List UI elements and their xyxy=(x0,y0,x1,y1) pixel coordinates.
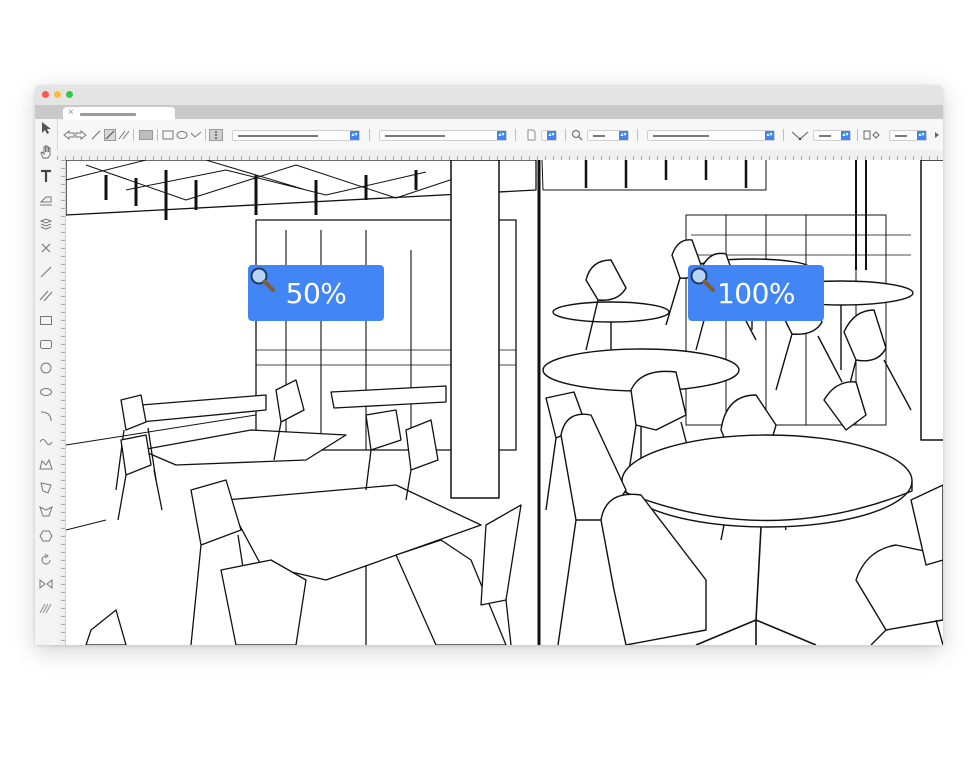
chevron-down-icon: ▴▾ xyxy=(497,131,506,140)
chevron-down-icon: ▴▾ xyxy=(619,131,628,140)
fill-color-icon[interactable] xyxy=(139,129,153,141)
ellipse-shape-icon[interactable] xyxy=(176,129,188,141)
line-style-dropdown[interactable]: ▴▾ xyxy=(232,130,360,141)
chevron-down-icon: ▴▾ xyxy=(841,131,850,140)
text-tool-icon[interactable] xyxy=(39,169,53,183)
left-view-50-percent xyxy=(66,160,537,645)
title-bar xyxy=(35,85,943,105)
select-arrow-icon[interactable] xyxy=(39,121,53,135)
close-window-button[interactable] xyxy=(42,91,49,98)
dimension-dropdown[interactable]: ▴▾ xyxy=(813,130,851,141)
chevron-down-icon: ▴▾ xyxy=(765,131,774,140)
dimension-icon[interactable] xyxy=(791,129,809,141)
rectangle-tool-icon[interactable] xyxy=(39,313,53,327)
hatch-tool-icon[interactable] xyxy=(39,601,53,615)
toolbar-separator xyxy=(369,129,370,141)
display-style-dropdown[interactable]: ▴▾ xyxy=(889,130,927,141)
page-dropdown[interactable]: ▴▾ xyxy=(541,130,557,141)
layer-options-icon[interactable] xyxy=(209,129,223,141)
polyline-tool-icon[interactable] xyxy=(39,457,53,471)
hexagon-tool-icon[interactable] xyxy=(39,529,53,543)
toolbar: ▴▾ ▴▾ ▴▾ ▴▾ ▴▾ ▴▾ ▴▾ xyxy=(57,120,943,151)
maximize-window-button[interactable] xyxy=(66,91,73,98)
chevron-down-icon: ▴▾ xyxy=(917,131,926,140)
zoom-badge-50: 50% xyxy=(248,265,384,321)
toolbar-separator xyxy=(565,129,566,141)
line-tool-icon[interactable] xyxy=(90,129,102,141)
search-icon[interactable] xyxy=(571,129,583,141)
zoom-label-right: 100% xyxy=(716,276,796,310)
pan-hand-icon[interactable] xyxy=(39,145,53,159)
toolbar-separator xyxy=(637,129,638,141)
line-draw-icon[interactable] xyxy=(39,265,53,279)
drawing-canvas[interactable]: 50% 100% xyxy=(66,160,943,645)
scene-dropdown[interactable]: ▴▾ xyxy=(647,130,775,141)
vertical-ruler xyxy=(57,160,66,645)
zoom-label-left: 50% xyxy=(285,276,347,310)
mirror-tool-icon[interactable] xyxy=(39,577,53,591)
polygon-tool-icon[interactable] xyxy=(39,481,53,495)
toolbar-separator xyxy=(205,129,206,141)
layers-stack-icon[interactable] xyxy=(39,217,53,231)
arc-tool-icon[interactable] xyxy=(39,409,53,423)
rounded-rectangle-icon[interactable] xyxy=(39,337,53,351)
pencil-tool-icon[interactable] xyxy=(104,129,116,141)
double-wall-icon[interactable] xyxy=(39,289,53,303)
page-icon[interactable] xyxy=(525,129,537,141)
line-weight-dropdown[interactable]: ▴▾ xyxy=(379,130,507,141)
toolbar-overflow-icon[interactable] xyxy=(933,129,941,141)
toolbar-separator xyxy=(157,129,158,141)
zoom-badge-100: 100% xyxy=(688,265,824,321)
freehand-polygon-icon[interactable] xyxy=(39,505,53,519)
freeform-curve-icon[interactable] xyxy=(39,433,53,447)
magnifier-icon xyxy=(690,267,715,292)
document-tab[interactable]: × xyxy=(63,107,175,120)
cafe-interior-line-drawing xyxy=(66,160,943,645)
app-window: × ▴▾ ▴▾ ▴▾ ▴▾ ▴▾ ▴▾ ▴▾ 50% 100% xyxy=(35,85,943,645)
circle-tool-icon[interactable] xyxy=(39,361,53,375)
display-style-icon[interactable] xyxy=(863,129,881,141)
rectangle-shape-icon[interactable] xyxy=(162,129,174,141)
minimize-window-button[interactable] xyxy=(54,91,61,98)
tab-title xyxy=(80,113,136,116)
rotate-tool-icon[interactable] xyxy=(39,553,53,567)
zoom-dropdown[interactable]: ▴▾ xyxy=(587,130,629,141)
polygon-shape-icon[interactable] xyxy=(190,129,202,141)
chevron-down-icon: ▴▾ xyxy=(547,131,556,140)
tab-close-icon[interactable]: × xyxy=(68,106,74,120)
toolbar-separator xyxy=(783,129,784,141)
magnifier-icon xyxy=(250,267,275,292)
toolbar-separator xyxy=(857,129,858,141)
right-view-100-percent xyxy=(541,160,943,645)
delete-x-icon[interactable] xyxy=(39,241,53,255)
toolbar-separator xyxy=(515,129,516,141)
toolbar-separator xyxy=(133,129,134,141)
double-line-icon[interactable] xyxy=(118,129,130,141)
forward-arrow-icon[interactable] xyxy=(75,129,87,141)
label-tool-icon[interactable] xyxy=(39,193,53,207)
tool-palette xyxy=(35,119,58,645)
oval-tool-icon[interactable] xyxy=(39,385,53,399)
chevron-down-icon: ▴▾ xyxy=(350,131,359,140)
back-arrow-icon[interactable] xyxy=(63,129,75,141)
